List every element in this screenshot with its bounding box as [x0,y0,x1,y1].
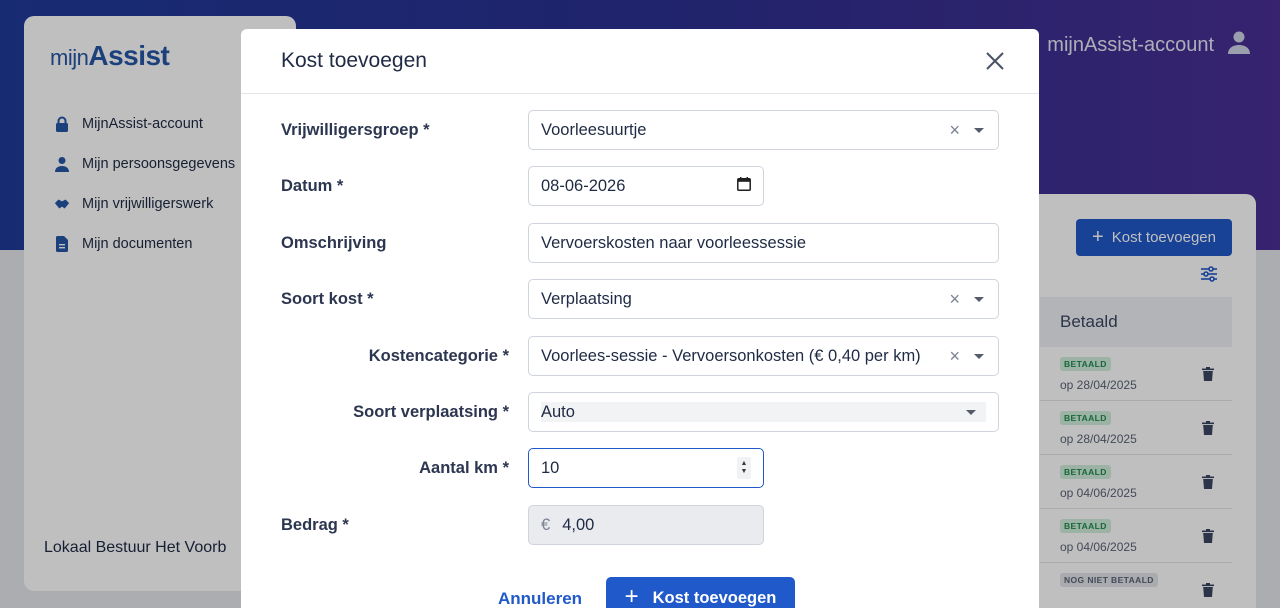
km-label: Aantal km * [419,458,509,477]
cost-type-label: Soort kost * [281,289,374,308]
form-row-description: Omschrijving Vervoerskosten naar voorlee… [281,223,999,263]
clear-icon[interactable]: × [949,289,960,310]
form-row-km: Aantal km * 10 ▲ ▼ [281,448,999,488]
number-stepper[interactable]: ▲ ▼ [737,457,751,479]
cost-category-label: Kostencategorie * [368,346,509,365]
currency-symbol: € [541,515,551,534]
close-icon [986,52,1004,70]
description-label: Omschrijving [281,233,387,252]
cost-category-select[interactable]: Voorlees-sessie - Vervoersonkosten (€ 0,… [528,336,999,376]
chevron-down-icon[interactable] [974,296,984,302]
form-row-group: Vrijwilligersgroep * Voorleesuurtje × [281,110,999,150]
date-label: Datum * [281,176,344,195]
submit-add-cost-button[interactable]: + Kost toevoegen [606,577,795,608]
submit-label: Kost toevoegen [652,588,777,607]
group-label: Vrijwilligersgroep * [281,120,430,139]
modal-header: Kost toevoegen [241,29,1039,94]
amount-value: 4,00 [562,515,595,534]
chevron-down-icon[interactable] [966,409,976,415]
stepper-down-icon[interactable]: ▼ [741,468,748,476]
group-select[interactable]: Voorleesuurtje × [528,110,999,150]
description-value: Vervoerskosten naar voorleessessie [541,233,807,252]
form-row-travel-type: Soort verplaatsing * Auto [281,392,999,432]
amount-label: Bedrag * [281,515,349,534]
km-input[interactable]: 10 ▲ ▼ [528,448,764,488]
cost-type-select[interactable]: Verplaatsing × [528,279,999,319]
form-row-amount: Bedrag * € 4,00 [281,505,999,545]
add-cost-modal: Kost toevoegen Vrijwilligersgroep * Voor… [241,29,1039,608]
form-row-cost-category: Kostencategorie * Voorlees-sessie - Verv… [281,336,999,376]
cost-type-value: Verplaatsing [541,289,632,308]
cancel-button[interactable]: Annuleren [498,589,582,608]
chevron-down-icon[interactable] [974,353,984,359]
form-row-cost-type: Soort kost * Verplaatsing × [281,279,999,319]
form-row-date: Datum * 08-06-2026 [281,166,999,206]
calendar-icon[interactable] [737,176,751,196]
km-value: 10 [541,458,560,477]
modal-footer: Annuleren + Kost toevoegen [241,577,1039,608]
travel-type-value: Auto [541,402,575,421]
stepper-up-icon[interactable]: ▲ [741,460,748,468]
date-value: 08-06-2026 [541,176,626,195]
travel-type-select[interactable]: Auto [528,392,999,432]
travel-type-label: Soort verplaatsing * [353,402,509,421]
description-input[interactable]: Vervoerskosten naar voorleessessie [528,223,999,263]
chevron-down-icon[interactable] [974,127,984,133]
clear-icon[interactable]: × [949,346,960,367]
clear-icon[interactable]: × [949,120,960,141]
plus-icon: + [624,583,639,608]
group-value: Voorleesuurtje [541,120,647,139]
cost-category-value: Voorlees-sessie - Vervoersonkosten (€ 0,… [541,346,921,365]
modal-title: Kost toevoegen [281,49,427,72]
amount-input: € 4,00 [528,505,764,545]
date-input[interactable]: 08-06-2026 [528,166,764,206]
close-button[interactable] [983,49,1007,73]
